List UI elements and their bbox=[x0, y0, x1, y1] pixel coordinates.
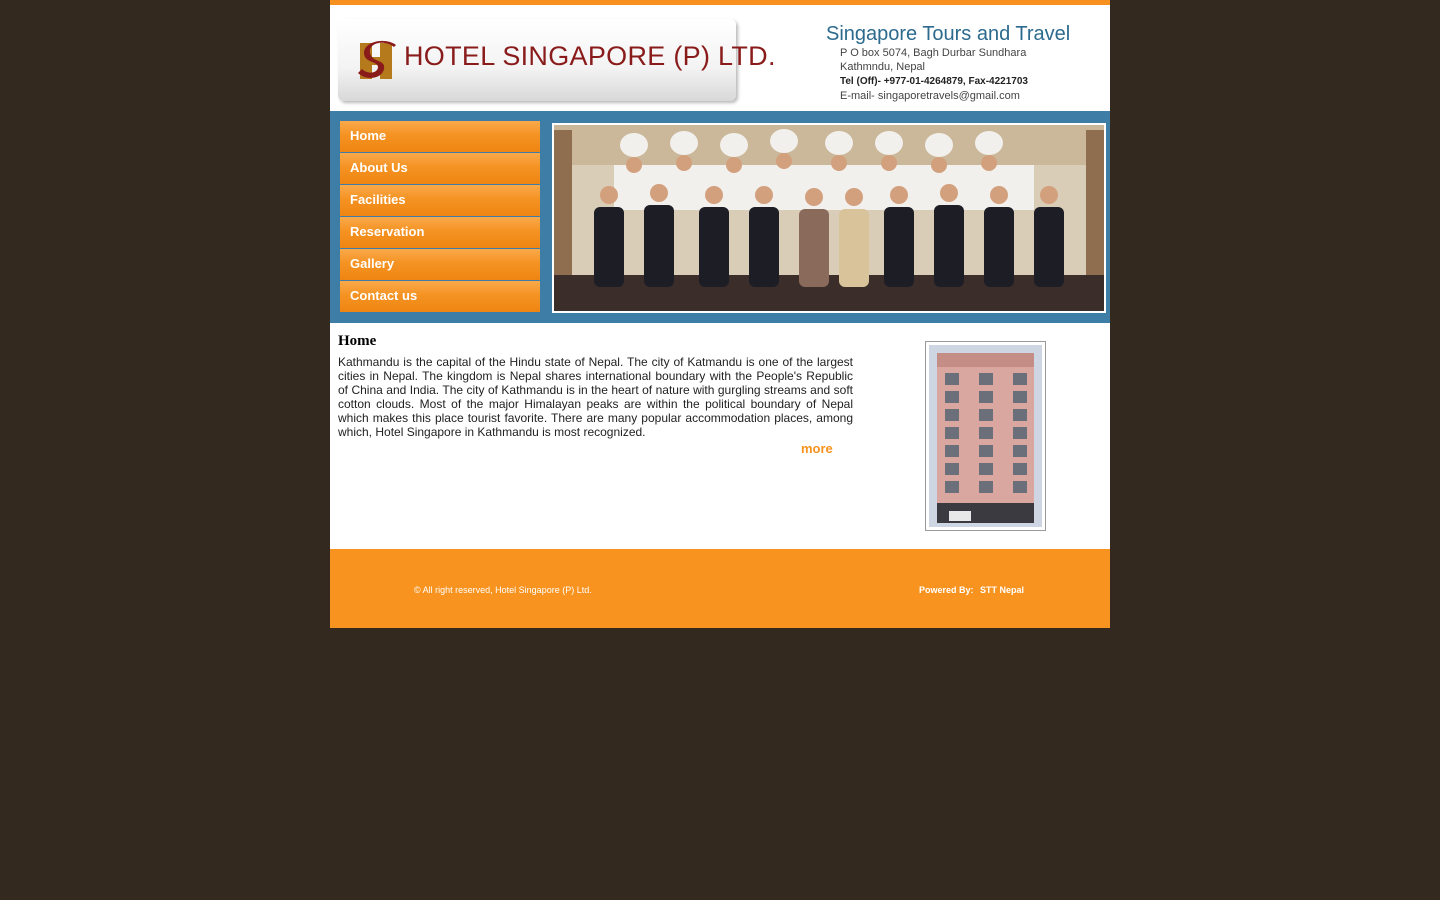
copyright-text: © All right reserved, Hotel Singapore (P… bbox=[414, 585, 592, 595]
powered-by: Powered By: STT Nepal bbox=[919, 585, 1024, 595]
menu-item-home[interactable]: Home bbox=[340, 121, 540, 152]
menu-item-facilities[interactable]: Facilities bbox=[340, 185, 540, 216]
menu-item-gallery[interactable]: Gallery bbox=[340, 249, 540, 280]
top-stripe-lower bbox=[330, 5, 1110, 17]
top-bar bbox=[330, 0, 1110, 17]
menu-item-about-us[interactable]: About Us bbox=[340, 153, 540, 184]
menu-band: Home About Us Facilities Reservation Gal… bbox=[330, 111, 1110, 323]
powered-by-label: Powered By: bbox=[919, 585, 974, 595]
main-content: Home Kathmandu is the capital of the Hin… bbox=[330, 323, 1110, 549]
staff-photo-illustration bbox=[554, 125, 1104, 311]
page-title: Home bbox=[338, 333, 377, 349]
hotel-building-illustration bbox=[929, 345, 1042, 527]
logo-text: HOTEL SINGAPORE (P) LTD. bbox=[404, 41, 776, 71]
main-menu: Home About Us Facilities Reservation Gal… bbox=[340, 121, 540, 313]
phone-fax: Tel (Off)- +977-01-4264879, Fax-4221703 bbox=[840, 76, 1028, 87]
menu-item-reservation[interactable]: Reservation bbox=[340, 217, 540, 248]
hotel-building-photo bbox=[925, 341, 1046, 531]
powered-by-link[interactable]: STT Nepal bbox=[980, 585, 1024, 595]
intro-paragraph: Kathmandu is the capital of the Hindu st… bbox=[338, 355, 853, 439]
staff-group-photo bbox=[552, 123, 1106, 313]
site-footer: © All right reserved, Hotel Singapore (P… bbox=[330, 549, 1110, 628]
logo-banner[interactable]: HOTEL SINGAPORE (P) LTD. bbox=[338, 19, 775, 101]
site-header: HOTEL SINGAPORE (P) LTD. Singapore Tours… bbox=[330, 17, 1110, 111]
email: E-mail- singaporetravels@gmail.com bbox=[840, 90, 1020, 102]
menu-item-contact-us[interactable]: Contact us bbox=[340, 281, 540, 312]
hotel-logo-icon bbox=[358, 40, 396, 79]
more-link[interactable]: more bbox=[801, 441, 833, 456]
address-line-1: P O box 5074, Bagh Durbar Sundhara bbox=[840, 47, 1027, 59]
tours-title: Singapore Tours and Travel bbox=[826, 23, 1071, 45]
page-container: HOTEL SINGAPORE (P) LTD. Singapore Tours… bbox=[330, 0, 1110, 628]
address-line-2: Kathmndu, Nepal bbox=[840, 61, 925, 73]
